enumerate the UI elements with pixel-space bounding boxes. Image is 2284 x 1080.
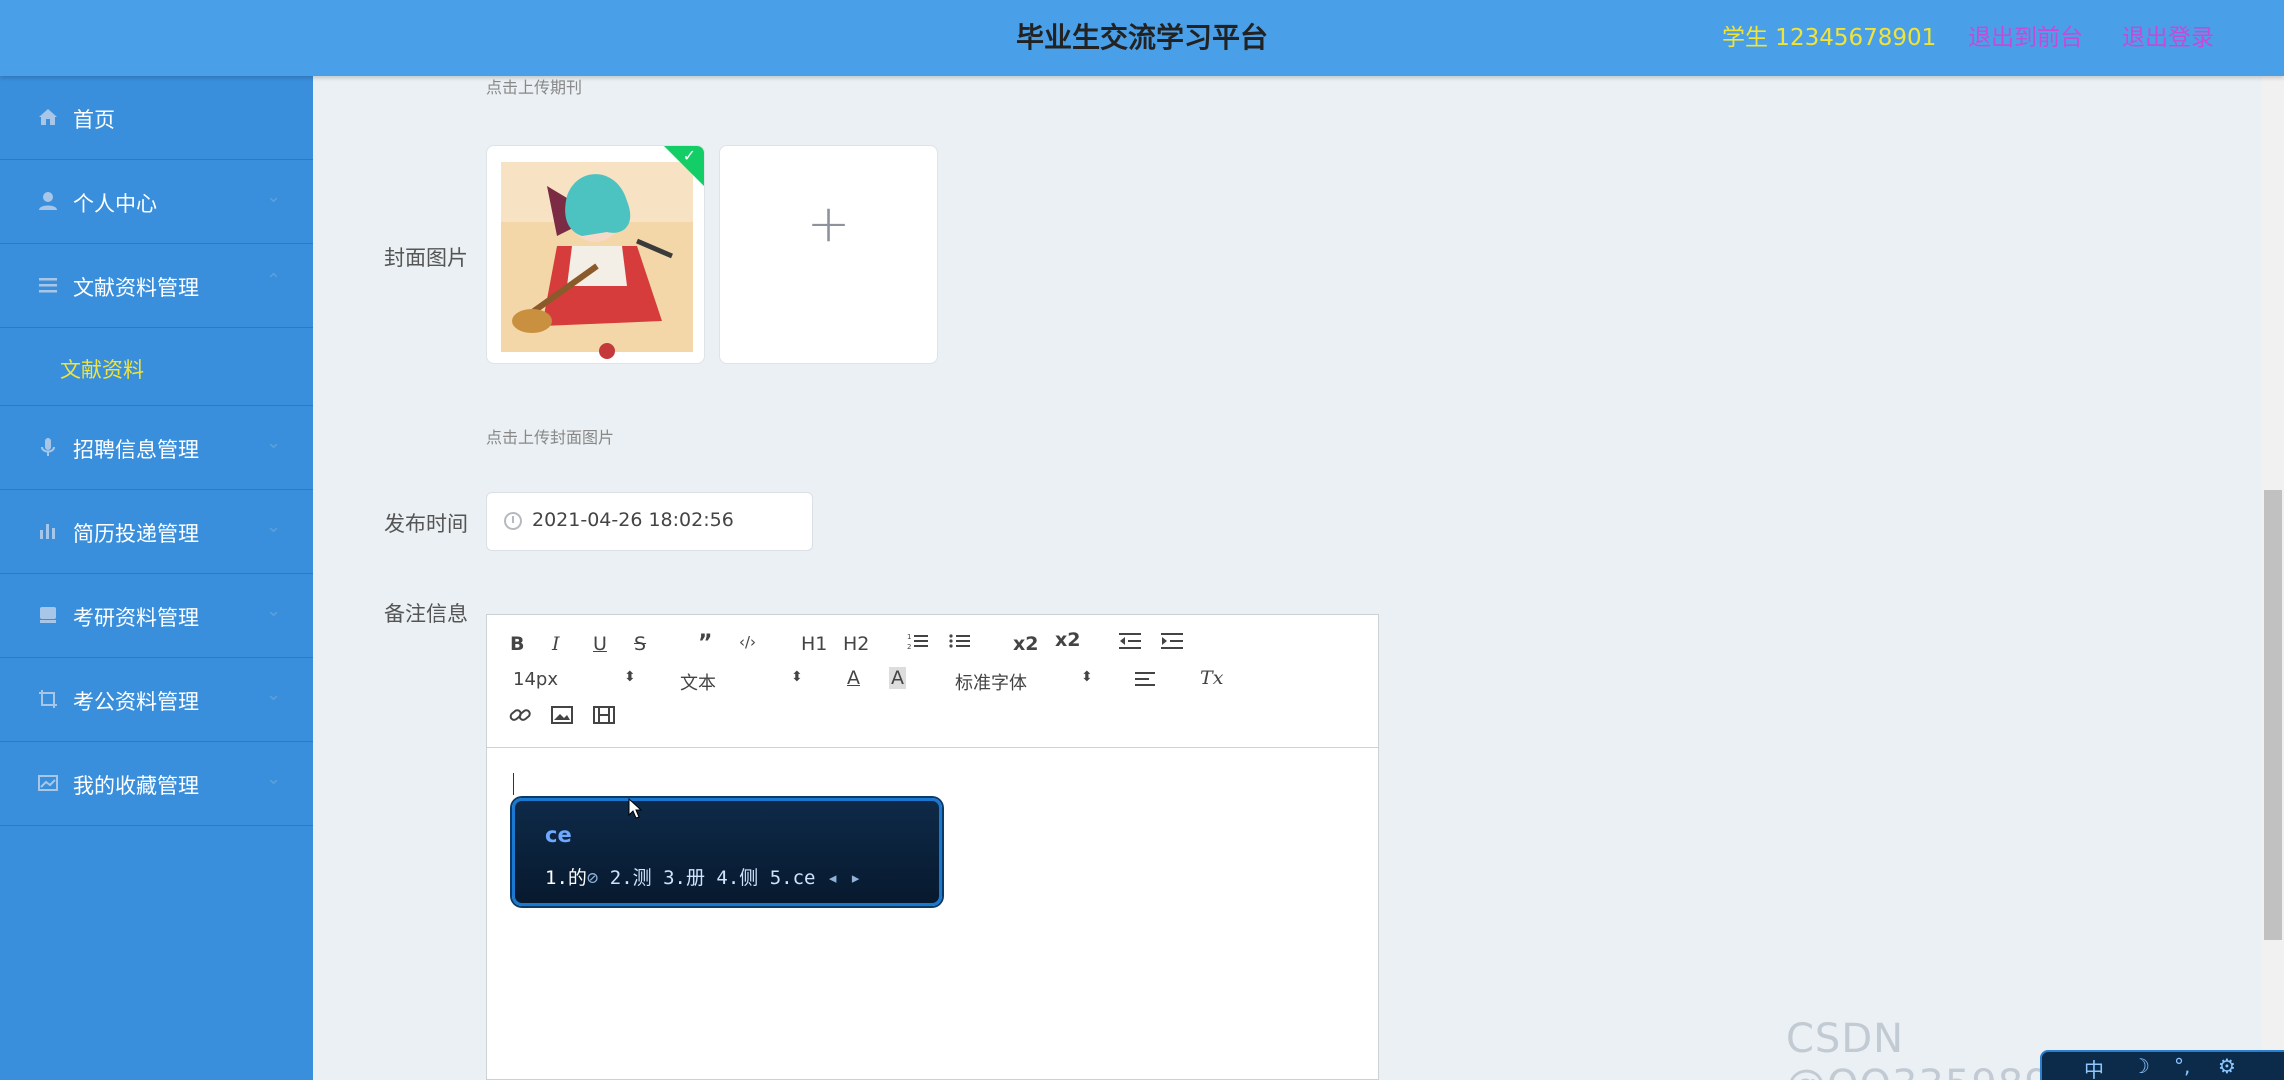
sidebar-item-label: 考研资料管理 (73, 606, 199, 630)
ime-check-icon: ⊘ (586, 867, 610, 889)
sidebar-item-postgrad-management[interactable]: 考研资料管理 ⌄ (0, 574, 313, 658)
clear-format-button[interactable]: Tx (1200, 667, 1223, 689)
sidebar-item-favorites-management[interactable]: 我的收藏管理 ⌄ (0, 742, 313, 826)
clock-icon (504, 512, 522, 530)
publish-time-label: 发布时间 (384, 512, 468, 536)
subscript-button[interactable]: x2 (1013, 633, 1039, 655)
sidebar-item-label: 简历投递管理 (73, 522, 199, 546)
sidebar-item-literature-management[interactable]: 文献资料管理 ⌃ (0, 244, 313, 328)
sidebar-subitem-literature[interactable]: 文献资料 (0, 328, 313, 406)
video-icon[interactable] (593, 705, 615, 730)
text-caret (513, 773, 514, 795)
sidebar: 首页 个人中心 ⌄ 文献资料管理 ⌃ 文献资料 招聘信息管理 ⌄ 简历投递管理 … (0, 76, 313, 1080)
ordered-list-icon[interactable]: 12 (907, 631, 929, 656)
header-select[interactable]: 文本 (680, 669, 716, 695)
bold-button[interactable]: B (510, 633, 524, 655)
logout-link[interactable]: 退出登录 (2122, 18, 2214, 52)
bullet-list-icon[interactable] (949, 631, 971, 656)
chevron-down-icon: ⌄ (266, 186, 282, 207)
chevron-up-icon: ⌃ (266, 270, 282, 291)
sidebar-subitem-label: 文献资料 (60, 358, 144, 382)
strike-button[interactable]: S (634, 633, 646, 655)
sidebar-item-label: 个人中心 (73, 192, 157, 216)
align-icon[interactable] (1135, 669, 1157, 694)
indent-icon[interactable] (1161, 631, 1183, 656)
home-icon (36, 106, 60, 130)
moon-icon[interactable]: ☽ (2132, 1054, 2150, 1078)
sidebar-item-label: 文献资料管理 (73, 276, 199, 300)
font-family-select[interactable]: 标准字体 (955, 669, 1027, 695)
plus-icon: + (806, 194, 851, 254)
outdent-icon[interactable] (1119, 631, 1141, 656)
top-header: 毕业生交流学习平台 学生 12345678901 退出到前台 退出登录 (0, 0, 2284, 76)
add-cover-button[interactable]: + (719, 145, 938, 364)
cover-image (501, 162, 693, 359)
font-color-icon[interactable]: A (847, 667, 860, 689)
user-icon (36, 190, 60, 214)
chevron-down-icon: ⌄ (266, 768, 282, 789)
sidebar-item-resume-management[interactable]: 简历投递管理 ⌄ (0, 490, 313, 574)
image-icon[interactable] (551, 705, 573, 730)
header-arrows-icon[interactable]: ⬍ (791, 669, 803, 685)
code-icon[interactable]: ‹/› (739, 633, 756, 651)
check-icon: ✓ (682, 146, 696, 165)
picture-icon (36, 772, 60, 796)
remark-label: 备注信息 (384, 602, 468, 626)
quote-icon[interactable]: ” (698, 631, 712, 656)
editor-toolbar: B I U S ” ‹/› H1 H2 12 x2 x2 14px ⬍ 文本 ⬍… (487, 615, 1378, 748)
sidebar-item-label: 我的收藏管理 (73, 774, 199, 798)
settings-gear-icon[interactable]: ⚙ (2218, 1054, 2236, 1078)
cover-label: 封面图片 (384, 246, 468, 270)
svg-text:2: 2 (907, 643, 911, 651)
book-icon (36, 604, 60, 628)
sidebar-item-home[interactable]: 首页 (0, 76, 313, 160)
sidebar-item-label: 考公资料管理 (73, 690, 199, 714)
underline-button[interactable]: U (593, 633, 607, 655)
sidebar-item-civil-service-management[interactable]: 考公资料管理 ⌄ (0, 658, 313, 742)
ime-candidates[interactable]: 1.的⊘ 2.测 3.册 4.侧 5.ce ◂ ▸ (545, 863, 861, 890)
h1-button[interactable]: H1 (801, 633, 827, 655)
bar-chart-icon (36, 520, 60, 544)
superscript-button[interactable]: x2 (1055, 629, 1081, 651)
h2-button[interactable]: H2 (843, 633, 869, 655)
link-icon[interactable] (509, 705, 531, 730)
mouse-cursor-icon (628, 798, 643, 819)
chevron-down-icon: ⌄ (266, 516, 282, 537)
chevron-down-icon: ⌄ (266, 600, 282, 621)
sidebar-item-label: 首页 (73, 108, 115, 132)
chevron-down-icon: ⌄ (266, 432, 282, 453)
ime-lang-indicator[interactable]: 中 (2084, 1054, 2104, 1080)
ime-candidate-rest[interactable]: 2.测 3.册 4.侧 5.ce (610, 867, 816, 889)
sidebar-item-recruitment-management[interactable]: 招聘信息管理 ⌄ (0, 406, 313, 490)
platform-title: 毕业生交流学习平台 (1015, 21, 1268, 54)
punctuation-icon[interactable]: °, (2174, 1054, 2190, 1078)
chevron-down-icon: ⌄ (266, 684, 282, 705)
ime-status-tray[interactable]: 中 ☽ °, ⚙ (2040, 1050, 2284, 1080)
svg-text:1: 1 (907, 633, 911, 641)
font-size-arrows-icon[interactable]: ⬍ (624, 669, 636, 685)
background-color-icon[interactable]: A (889, 667, 906, 689)
publish-time-picker[interactable]: 2021-04-26 18:02:56 (486, 492, 813, 551)
current-user: 学生 12345678901 (1722, 25, 1937, 51)
ime-composition: ce (545, 823, 572, 847)
ime-candidate-window: ce 1.的⊘ 2.测 3.册 4.侧 5.ce ◂ ▸ (512, 798, 942, 906)
italic-button[interactable]: I (552, 633, 560, 655)
scrollbar-thumb[interactable] (2264, 490, 2282, 940)
font-family-arrows-icon[interactable]: ⬍ (1081, 669, 1093, 685)
ime-page-arrows-icon[interactable]: ◂ ▸ (827, 867, 861, 889)
sidebar-item-personal-center[interactable]: 个人中心 ⌄ (0, 160, 313, 244)
crop-icon (36, 688, 60, 712)
cover-upload-hint: 点击上传封面图片 (486, 428, 615, 447)
back-to-front-link[interactable]: 退出到前台 (1968, 18, 2083, 52)
uploaded-cover-thumbnail[interactable]: ✓ (486, 145, 705, 364)
list-icon (36, 274, 60, 298)
mic-icon (36, 436, 60, 460)
publish-time-value: 2021-04-26 18:02:56 (532, 509, 734, 531)
journal-upload-hint: 点击上传期刊 (486, 78, 583, 97)
ime-candidate-1[interactable]: 1.的 (545, 867, 587, 889)
sidebar-item-label: 招聘信息管理 (73, 438, 199, 462)
font-size-select[interactable]: 14px (513, 669, 558, 690)
